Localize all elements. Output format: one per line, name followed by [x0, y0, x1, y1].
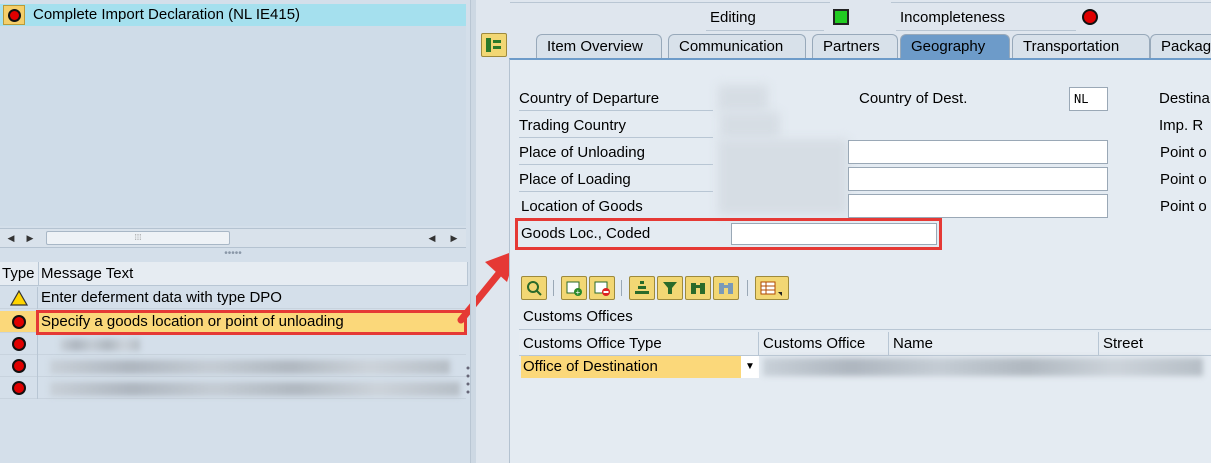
warning-icon	[0, 287, 38, 309]
status-row: Editing Incompleteness	[476, 0, 1211, 34]
label-trading-country: Trading Country	[519, 114, 713, 138]
error-icon	[0, 333, 38, 355]
navigation-button[interactable]	[481, 33, 507, 57]
redacted-value	[720, 112, 780, 138]
tab-strip: Item Overview Communication Partners Geo…	[536, 34, 1211, 58]
message-row[interactable]	[0, 377, 466, 399]
horizontal-scrollbar[interactable]: ◀ ▶ ⁞⁞⁞ ◀ ▶	[0, 228, 466, 248]
message-row[interactable]	[0, 355, 466, 377]
customs-offices-table: Customs Office Type Customs Office Name …	[519, 332, 1211, 463]
find-next-button[interactable]	[713, 276, 739, 300]
details-button[interactable]	[521, 276, 547, 300]
layout-menu-button[interactable]	[755, 276, 789, 300]
sort-ascending-button[interactable]	[629, 276, 655, 300]
place-of-loading-input[interactable]	[848, 167, 1108, 191]
message-row[interactable]	[0, 333, 466, 355]
insert-row-button[interactable]: +	[561, 276, 587, 300]
table-toolbar: +	[521, 276, 821, 300]
column-header-customs-office-type[interactable]: Customs Office Type	[519, 332, 759, 356]
pane-splitter[interactable]: •••••	[0, 249, 466, 260]
tree-item-label: Complete Import Declaration (NL IE415)	[33, 6, 301, 23]
editing-label: Editing	[710, 9, 756, 26]
label-point-2: Point o	[1160, 171, 1207, 188]
tab-transportation[interactable]: Transportation	[1012, 34, 1150, 58]
redacted-text	[50, 360, 450, 374]
navigation-tree-icon	[486, 38, 501, 52]
delete-row-button[interactable]	[589, 276, 615, 300]
pane-divider[interactable]	[470, 0, 476, 463]
scroll-left-end-icon[interactable]: ◀	[424, 231, 440, 245]
label-place-of-unloading: Place of Unloading	[519, 141, 713, 165]
redacted-text	[60, 339, 140, 351]
svg-text:+: +	[576, 288, 581, 296]
highlight-box-message	[36, 310, 467, 335]
label-imp-r: Imp. R	[1159, 117, 1204, 134]
label-location-of-goods: Location of Goods	[521, 195, 713, 219]
tree-item-complete-import-declaration[interactable]: Complete Import Declaration (NL IE415)	[0, 4, 466, 26]
customs-office-type-value: Office of Destination	[523, 358, 658, 375]
editing-status-icon	[833, 9, 849, 25]
top-separator	[510, 2, 830, 3]
message-text: Enter deferment data with type DPO	[41, 289, 282, 306]
column-header-name[interactable]: Name	[889, 332, 1099, 356]
column-header-customs-office[interactable]: Customs Office	[759, 332, 889, 356]
column-header-street[interactable]: Street	[1099, 332, 1211, 356]
chevron-down-icon[interactable]: ▼	[741, 356, 759, 378]
tab-item-overview[interactable]: Item Overview	[536, 34, 662, 58]
redacted-text	[50, 382, 460, 396]
incompleteness-status-icon	[1082, 9, 1098, 25]
top-separator	[891, 2, 1211, 3]
tab-partners[interactable]: Partners	[812, 34, 898, 58]
column-header-type[interactable]: Type	[0, 262, 39, 286]
scroll-thumb[interactable]: ⁞⁞⁞	[46, 231, 230, 245]
scroll-right-icon[interactable]: ▶	[22, 231, 38, 245]
field-underline	[896, 30, 1076, 31]
message-row[interactable]: Enter deferment data with type DPO	[0, 287, 466, 309]
filter-button[interactable]	[657, 276, 683, 300]
place-of-unloading-input[interactable]	[848, 140, 1108, 164]
tree-area	[0, 26, 466, 226]
scroll-left-icon[interactable]: ◀	[3, 231, 19, 245]
label-place-of-loading: Place of Loading	[519, 168, 713, 192]
customs-offices-title: Customs Offices	[519, 306, 1211, 330]
label-country-of-departure: Country of Departure	[519, 87, 713, 111]
label-point-3: Point o	[1160, 198, 1207, 215]
tab-communication[interactable]: Communication	[668, 34, 806, 58]
customs-office-type-select[interactable]: Office of Destination ▼	[521, 356, 759, 378]
redacted-value	[718, 85, 768, 111]
error-icon	[0, 355, 38, 377]
highlight-box-goods-loc	[515, 218, 942, 250]
find-button[interactable]	[685, 276, 711, 300]
label-destination: Destina	[1159, 90, 1210, 107]
label-country-of-dest: Country of Dest.	[859, 90, 968, 107]
field-underline	[706, 30, 824, 31]
incompleteness-label: Incompleteness	[900, 9, 1006, 26]
country-of-dest-input[interactable]: NL	[1069, 87, 1108, 111]
error-icon	[0, 377, 38, 399]
error-icon	[0, 311, 38, 333]
error-status-icon	[3, 5, 25, 25]
tab-geography[interactable]: Geography	[900, 34, 1010, 58]
redacted-value	[718, 139, 848, 215]
label-point-1: Point o	[1160, 144, 1207, 161]
column-header-message-text[interactable]: Message Text	[39, 262, 468, 286]
message-table: Type Message Text Enter deferment data w…	[0, 262, 468, 412]
tab-packaging[interactable]: Packag	[1150, 34, 1211, 58]
redacted-row-values	[763, 358, 1203, 376]
location-of-goods-input[interactable]	[848, 194, 1108, 218]
